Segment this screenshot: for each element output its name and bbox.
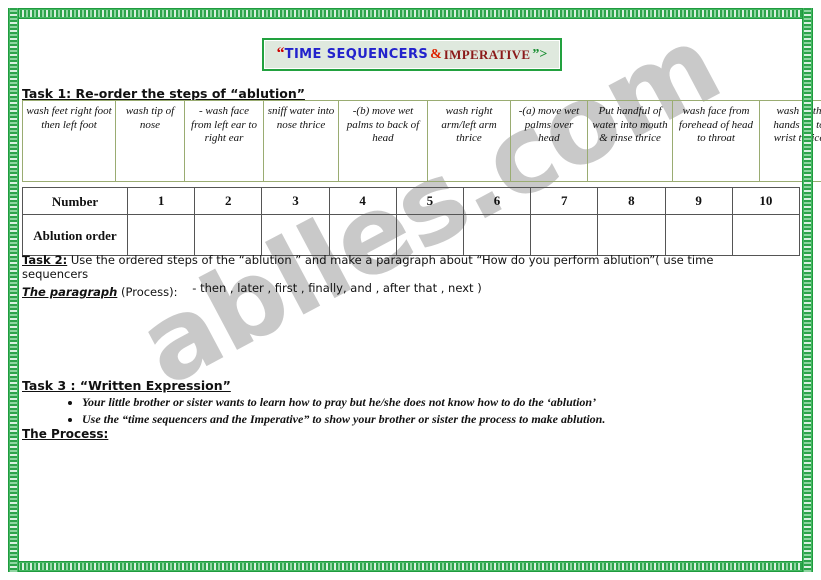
number-cell-8: 8 [597,187,666,215]
order-cell-10[interactable] [731,214,801,256]
order-cell-9[interactable] [664,214,733,256]
decorative-border-bottom [8,561,813,572]
list-item: Use the “time sequencers and the Imperat… [82,411,782,427]
number-cell-7: 7 [530,187,599,215]
title-quote-close-icon: ”> [532,46,548,62]
number-cell-4: 4 [328,187,397,215]
table-row-numbers: Number 1 2 3 4 5 6 7 8 9 10 [22,187,801,215]
order-row-label: Ablution order [22,214,128,256]
title-main-text: TIME SEQUENCERS [284,47,429,62]
list-item: Your little brother or sister wants to l… [82,394,782,410]
worksheet-page: ablles.com “TIME SEQUENCERS & IMPERATIVE ”>… [0,0,821,580]
number-cell-6: 6 [462,187,532,215]
number-cell-3: 3 [261,187,330,215]
worksheet-title-banner: “TIME SEQUENCERS & IMPERATIVE ”> [262,38,562,71]
task3-bullet-list: Your little brother or sister wants to l… [66,394,782,428]
number-row-label: Number [22,187,128,215]
order-cell-7[interactable] [530,214,599,256]
process-label: The Process: [22,427,109,441]
step-cell-8[interactable]: Put handful of water into mouth & rinse … [587,100,673,182]
task2-line1: Task 2: Use the ordered steps of the “ab… [22,253,782,281]
paragraph-label: The paragraph [22,285,118,299]
step-cell-4[interactable]: sniff water into nose thrice [263,100,339,182]
number-cell-9: 9 [664,187,733,215]
decorative-border-top [8,8,813,19]
order-cell-6[interactable] [462,214,532,256]
worksheet-content: “TIME SEQUENCERS & IMPERATIVE ”> Task 1: Re… [0,0,821,580]
table-row-order: Ablution order [22,214,801,256]
task3-heading: Task 3 : “Written Expression” [22,378,231,393]
title-imperative-text: IMPERATIVE [443,46,531,62]
ablution-steps-table: wash feet right foot then left foot wash… [22,100,821,182]
order-cell-2[interactable] [194,214,263,256]
number-cell-1: 1 [126,187,196,215]
step-cell-5[interactable]: -(b) move wet palms to back of head [338,100,428,182]
order-cell-5[interactable] [395,214,464,256]
step-cell-6[interactable]: wash right arm/left arm thrice [427,100,511,182]
paragraph-rest: (Process): [117,285,178,299]
step-cell-2[interactable]: wash tip of nose [115,100,185,182]
order-cell-4[interactable] [328,214,397,256]
step-cell-7[interactable]: -(a) move wet palms over head [510,100,588,182]
title-ampersand: & [430,46,442,62]
number-cell-10: 10 [731,187,801,215]
order-cell-3[interactable] [261,214,330,256]
step-cell-1[interactable]: wash feet right foot then left foot [22,100,116,182]
step-cell-9[interactable]: wash face from forehead of head to throa… [672,100,760,182]
title-quote-open-icon: “ [276,45,285,63]
number-cell-5: 5 [395,187,464,215]
task2-label: Task 2: [22,253,68,267]
ablution-order-table: Number 1 2 3 4 5 6 7 8 9 10 Ablution ord… [22,187,801,256]
order-cell-8[interactable] [597,214,666,256]
number-cell-2: 2 [194,187,263,215]
task1-heading: Task 1: Re-order the steps of “ablution” [22,86,305,101]
table-row: wash feet right foot then left foot wash… [22,100,821,182]
decorative-border-right [802,8,813,572]
paragraph-prompt: The paragraph (Process): [22,285,177,299]
order-cell-1[interactable] [126,214,196,256]
decorative-border-left [8,8,19,572]
task2-line1-text: Use the ordered steps of the “ablution ”… [22,253,714,281]
step-cell-3[interactable]: - wash face from left ear to right ear [184,100,264,182]
